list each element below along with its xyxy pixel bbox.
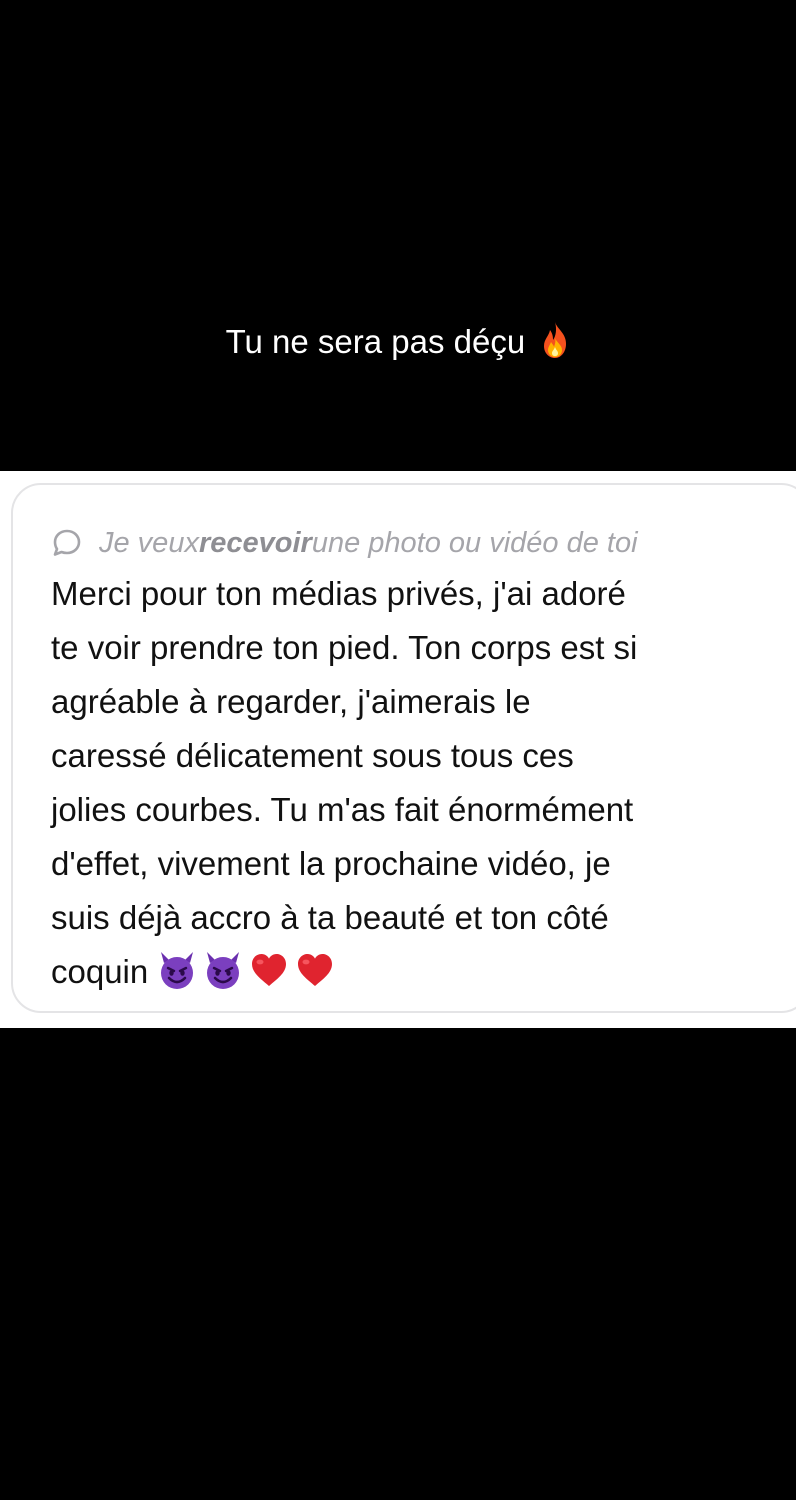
answer-line: d'effet, vivement la prochaine vidéo, je — [51, 845, 611, 882]
answer-line: jolies courbes. Tu m'as fait énormément — [51, 791, 634, 828]
question-emphasis: recevoir — [198, 526, 312, 559]
answer-text: Merci pour ton médias privés, j'ai adoré… — [51, 567, 771, 999]
story-caption-text: Tu ne sera pas déçu — [225, 323, 526, 360]
answer-line: te voir prendre ton pied. Ton corps est … — [51, 629, 638, 666]
answer-line: Merci pour ton médias privés, j'ai adoré — [51, 575, 626, 612]
story-caption: Tu ne sera pas déçu — [0, 318, 796, 366]
question-suffix: une photo ou vidéo de toi — [311, 526, 638, 559]
answer-emojis — [156, 949, 336, 991]
question-prefix: Je veux — [99, 526, 199, 559]
fire-icon — [544, 322, 567, 358]
answer-last-line: coquin — [51, 945, 771, 999]
red-heart-icon — [252, 954, 287, 986]
answer-line: agréable à regarder, j'aimerais le — [51, 683, 531, 720]
smiling-devil-icon — [161, 952, 194, 989]
answer-line: caressé délicatement sous tous ces — [51, 737, 574, 774]
speech-bubble-icon — [53, 529, 81, 556]
question-answer-card: Je veux recevoir une photo ou vidéo de t… — [11, 483, 796, 1013]
answer-line: coquin — [51, 953, 149, 990]
red-heart-icon — [298, 954, 333, 986]
question-prompt: Je veux recevoir une photo ou vidéo de t… — [51, 513, 638, 573]
smiling-devil-icon — [207, 952, 240, 989]
answer-line: suis déjà accro à ta beauté et ton côté — [51, 899, 609, 936]
question-sticker-band: Je veux recevoir une photo ou vidéo de t… — [0, 471, 796, 1028]
